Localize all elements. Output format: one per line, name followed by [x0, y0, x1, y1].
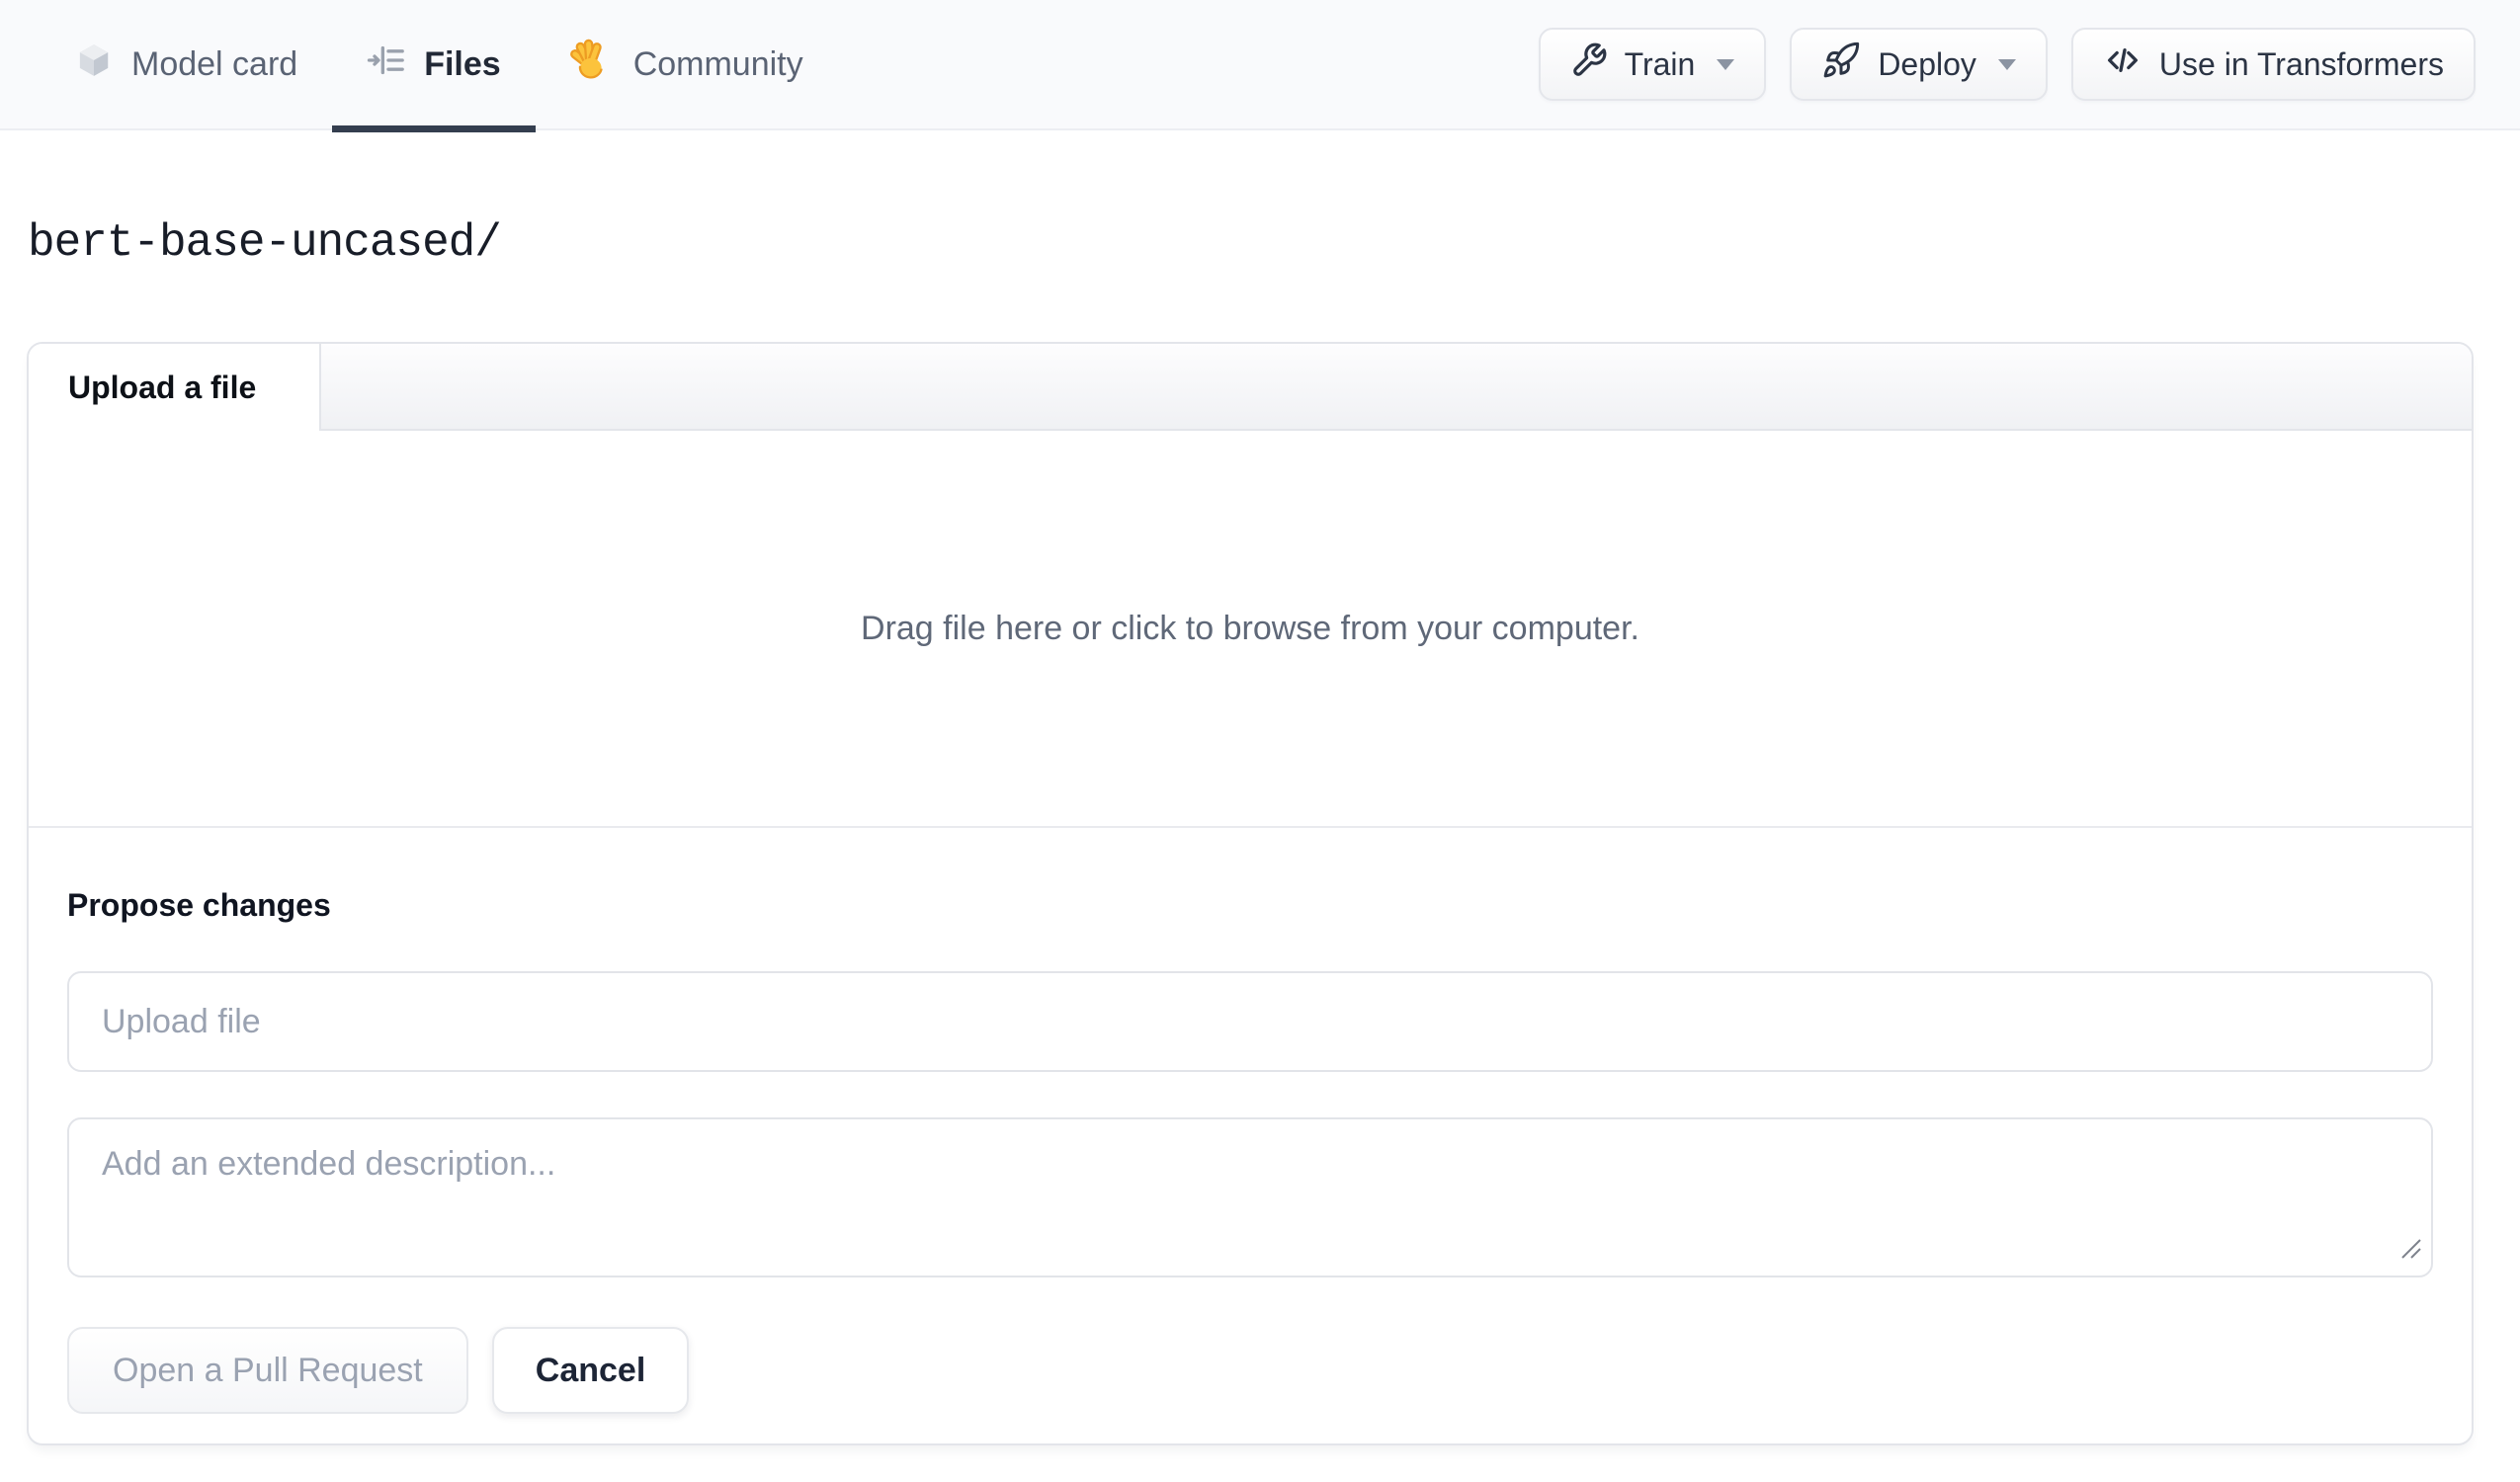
chevron-down-icon [1997, 58, 2016, 70]
propose-changes-heading: Propose changes [67, 887, 331, 923]
tab-model-card[interactable]: Model card [40, 0, 332, 128]
button-label: Deploy [1878, 45, 1976, 82]
code-icon [2103, 41, 2142, 88]
file-dropzone[interactable]: Drag file here or click to browse from y… [29, 431, 2472, 828]
tab-files[interactable]: Files [332, 0, 537, 132]
tab-label: Model card [131, 44, 298, 83]
train-button[interactable]: Train [1538, 28, 1767, 101]
tab-community[interactable]: Community [536, 0, 838, 128]
tab-label: Community [632, 44, 803, 83]
rocket-icon [1821, 41, 1861, 88]
repo-navbar: Model card Files Community Train Deploy … [0, 0, 2520, 132]
button-label: Use in Transformers [2158, 45, 2444, 82]
chevron-down-icon [1717, 58, 1735, 70]
description-field-wrap [67, 1117, 2433, 1277]
tab-label: Files [424, 44, 501, 83]
cube-icon [74, 41, 114, 89]
repo-action-buttons: Train Deploy Use in Transformers [1538, 0, 2476, 128]
files-list-icon [367, 41, 406, 89]
cancel-button[interactable]: Cancel [491, 1327, 690, 1414]
breadcrumb[interactable]: bert-base-uncased/ [28, 217, 2520, 269]
open-pull-request-button[interactable]: Open a Pull Request [67, 1327, 468, 1414]
upload-file-card: Upload a file Drag file here or click to… [27, 342, 2474, 1445]
wrench-icon [1570, 41, 1608, 87]
upload-card-header-spacer [321, 344, 2472, 431]
upload-card-header: Upload a file [29, 344, 2472, 431]
extended-description-textarea[interactable] [67, 1117, 2433, 1277]
dropzone-hint-text: Drag file here or click to browse from y… [861, 609, 1639, 647]
use-in-transformers-button[interactable]: Use in Transformers [2070, 28, 2476, 101]
propose-changes-section: Propose changes Open a Pull Request Canc… [29, 887, 2472, 1443]
repo-nav-tabs: Model card Files Community [40, 0, 838, 132]
button-label: Train [1624, 45, 1696, 82]
deploy-button[interactable]: Deploy [1790, 28, 2048, 101]
upload-file-input[interactable] [67, 971, 2433, 1072]
form-buttons-row: Open a Pull Request Cancel [67, 1327, 2433, 1414]
waving-hand-icon [569, 38, 616, 92]
tab-upload-a-file[interactable]: Upload a file [29, 344, 321, 431]
